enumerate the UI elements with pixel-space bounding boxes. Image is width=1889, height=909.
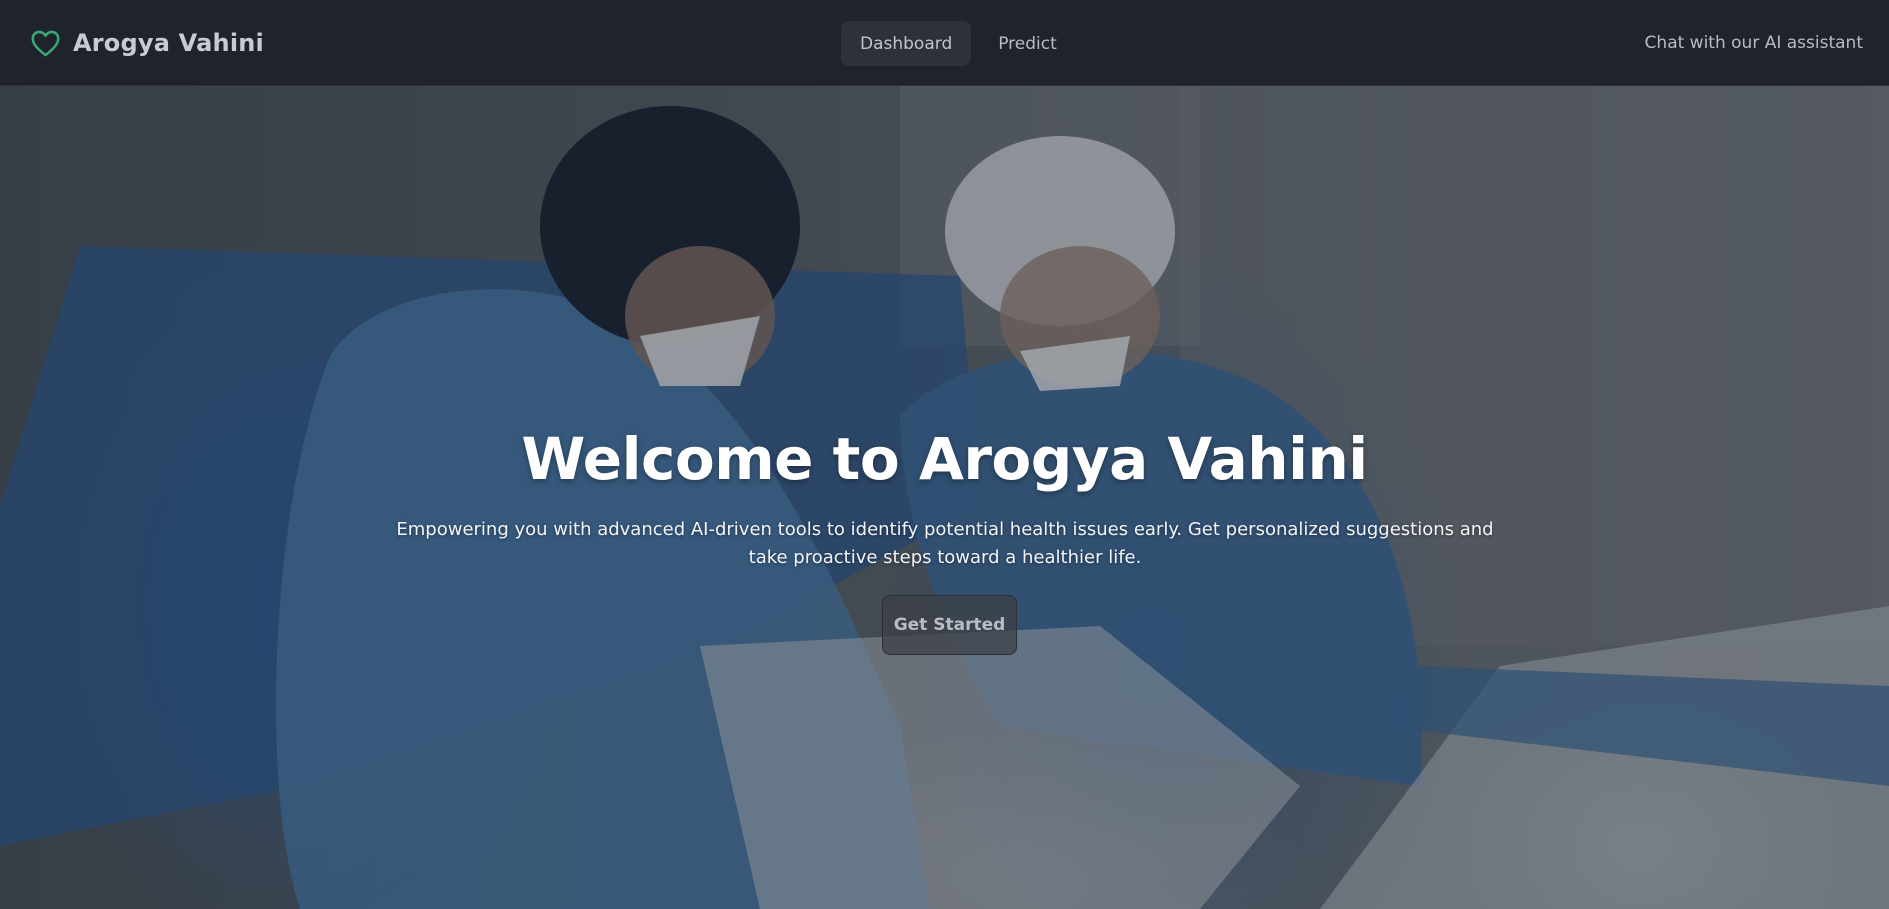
tab-predict[interactable]: Predict [979,21,1076,66]
brand[interactable]: Arogya Vahini [30,29,264,57]
hero-subtitle: Empowering you with advanced AI-driven t… [396,519,1494,568]
hero-dark-overlay [0,86,1889,909]
top-navbar: Arogya Vahini Dashboard Predict Chat wit… [0,0,1889,86]
hero-title: Welcome to Arogya Vahini [521,425,1368,493]
get-started-button[interactable]: Get Started [882,595,1017,655]
main-nav: Dashboard Predict [841,21,1076,66]
chat-assistant-link[interactable]: Chat with our AI assistant [1645,33,1863,53]
hero-section: Welcome to Arogya Vahini Empowering you … [0,86,1889,909]
heart-icon [31,30,60,56]
tab-dashboard[interactable]: Dashboard [841,21,972,66]
brand-name: Arogya Vahini [73,28,264,57]
